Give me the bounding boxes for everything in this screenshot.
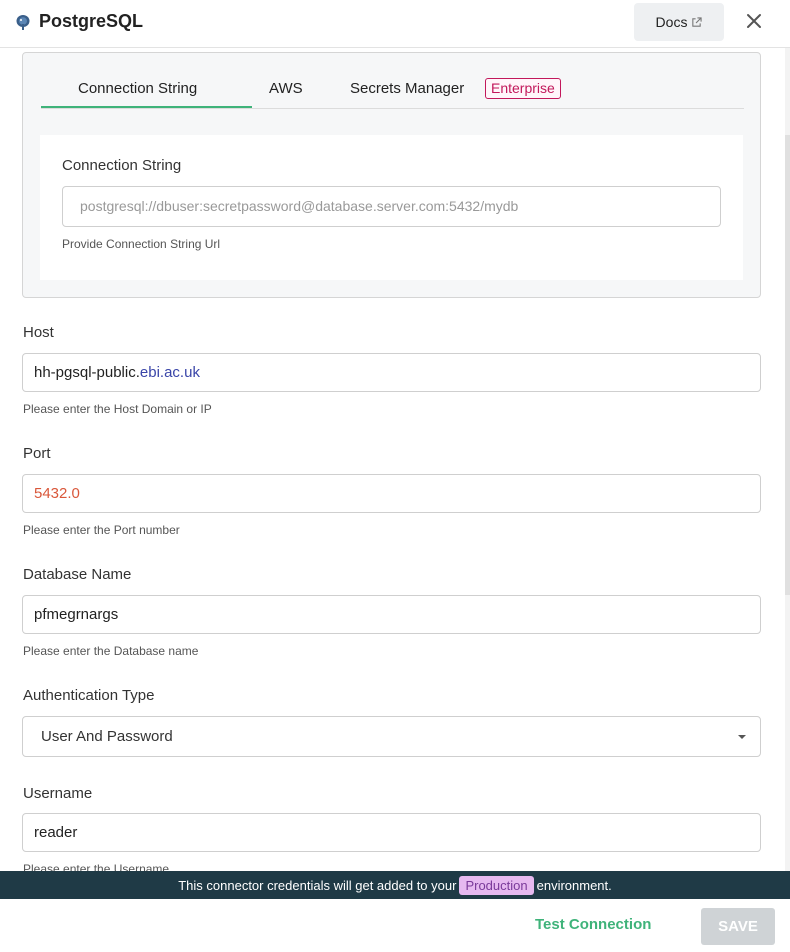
port-value: 5432.0	[34, 485, 80, 502]
connection-method-card: Connection String AWS Secrets Manager En…	[22, 52, 761, 298]
host-input[interactable]: hh-pgsql-public.ebi.ac.uk	[22, 353, 761, 392]
username-label: Username	[23, 785, 93, 802]
host-value-prefix: hh-pgsql-public.	[34, 364, 140, 381]
scrollbar-thumb[interactable]	[785, 135, 790, 595]
environment-banner: This connector credentials will get adde…	[0, 871, 790, 899]
active-tab-indicator	[41, 106, 252, 108]
auth-type-select[interactable]: User And Password	[22, 716, 761, 757]
tab-secrets-manager[interactable]: Secrets Manager	[350, 80, 464, 97]
external-link-icon	[692, 16, 703, 27]
test-connection-button[interactable]: Test Connection	[535, 916, 651, 933]
auth-type-label: Authentication Type	[23, 687, 155, 704]
port-help: Please enter the Port number	[23, 523, 180, 537]
tab-connection-string[interactable]: Connection String	[78, 80, 197, 97]
database-help: Please enter the Database name	[23, 644, 199, 658]
banner-text-before: This connector credentials will get adde…	[178, 877, 457, 893]
connection-string-help: Provide Connection String Url	[62, 237, 221, 251]
connection-string-label: Connection String	[62, 157, 182, 174]
modal-footer: Test Connection SAVE	[0, 899, 790, 952]
tab-aws[interactable]: AWS	[269, 80, 303, 97]
database-input[interactable]: pfmegrnargs	[22, 595, 761, 634]
host-label: Host	[23, 324, 54, 341]
username-input[interactable]: reader	[22, 813, 761, 852]
connection-string-panel: Connection String postgresql://dbuser:se…	[40, 135, 743, 280]
postgresql-logo-icon	[16, 15, 30, 30]
close-icon[interactable]	[744, 11, 764, 31]
save-button[interactable]: SAVE	[701, 908, 775, 945]
host-value-domain: ebi.ac.uk	[139, 364, 200, 381]
auth-type-value: User And Password	[41, 728, 173, 745]
environment-badge: Production	[459, 875, 534, 895]
connection-string-input[interactable]: postgresql://dbuser:secretpassword@datab…	[62, 186, 721, 227]
docs-button[interactable]: Docs	[634, 3, 724, 41]
enterprise-badge: Enterprise	[485, 78, 561, 99]
port-label: Port	[23, 445, 51, 462]
docs-label: Docs	[655, 14, 688, 30]
port-input[interactable]: 5432.0	[22, 474, 761, 513]
modal-header: PostgreSQL Docs	[0, 0, 790, 48]
host-help: Please enter the Host Domain or IP	[23, 402, 212, 416]
banner-text-after: environment.	[536, 877, 612, 893]
page-title: PostgreSQL	[39, 11, 144, 31]
caret-down-icon	[738, 735, 746, 739]
connection-tabs: Connection String AWS Secrets Manager En…	[41, 53, 744, 109]
database-label: Database Name	[23, 566, 132, 583]
